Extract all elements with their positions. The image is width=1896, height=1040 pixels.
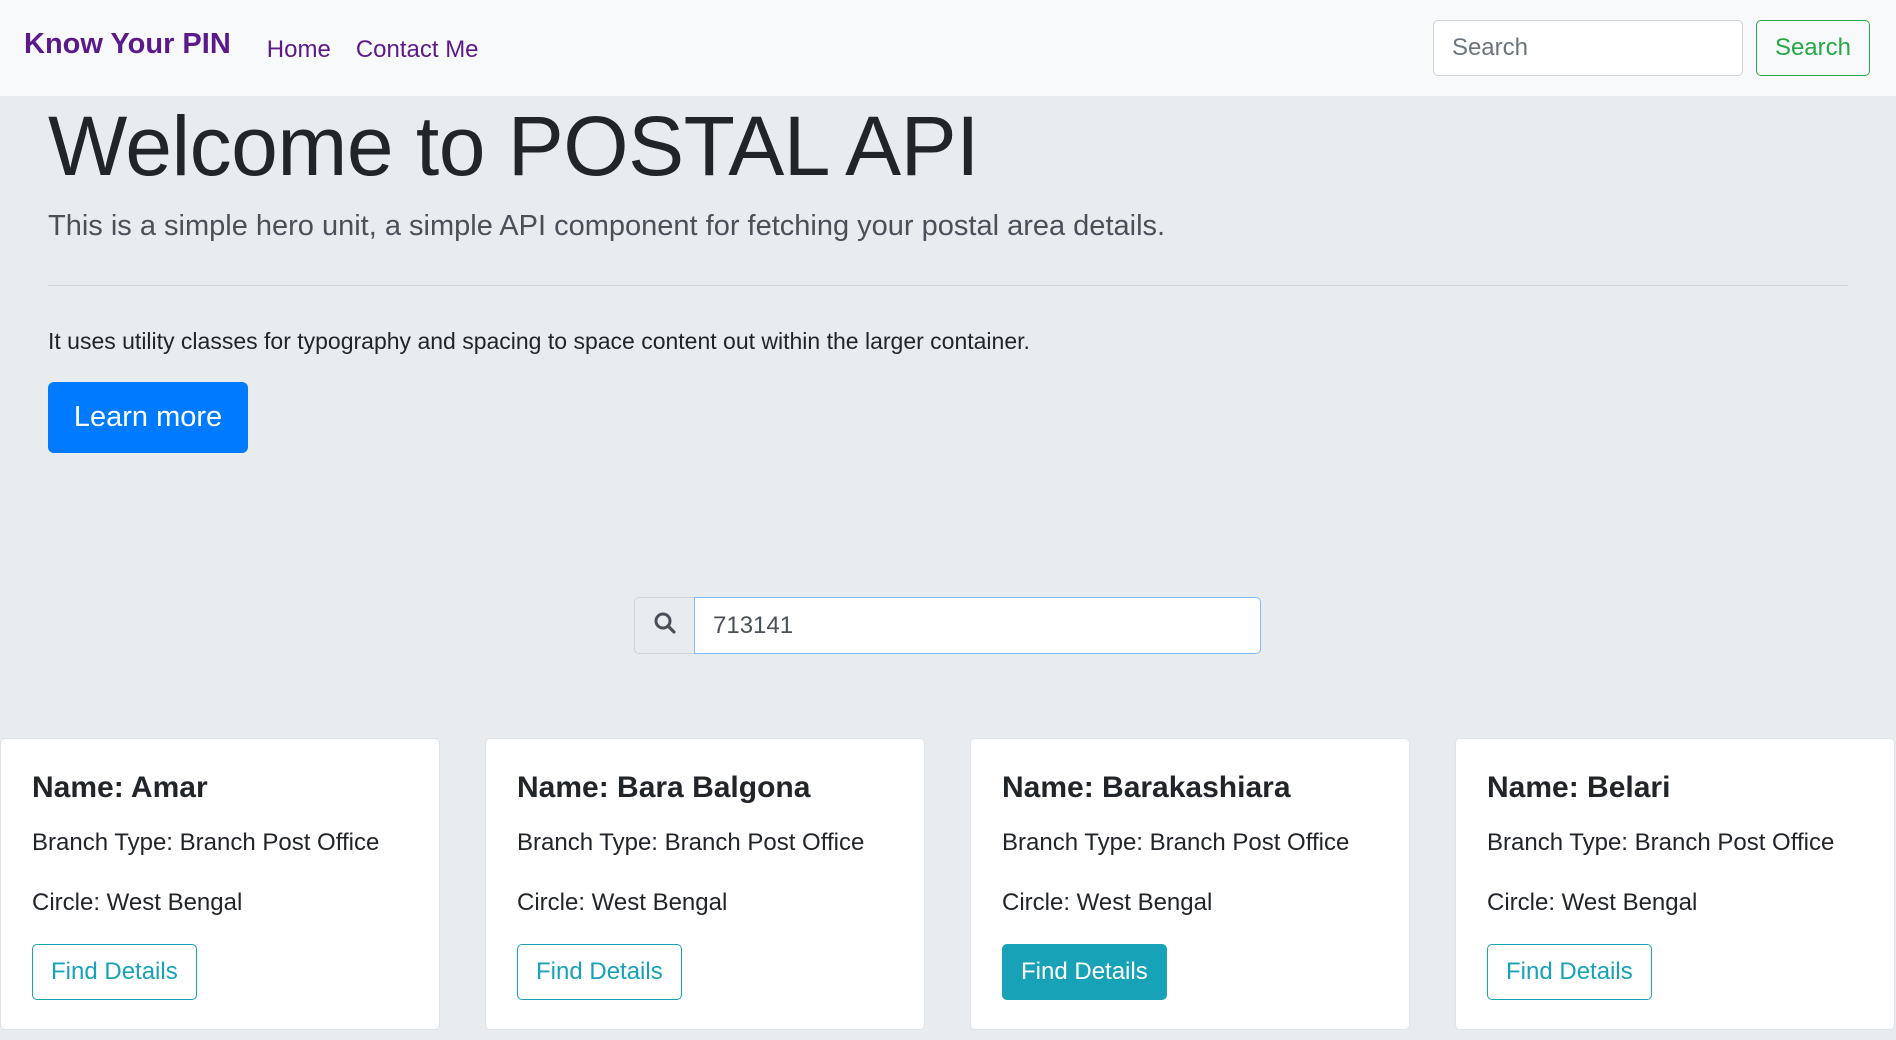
- results-cards: Name: Amar Branch Type: Branch Post Offi…: [0, 738, 1896, 1040]
- card-branch-type: Branch Type: Branch Post Office: [1002, 829, 1350, 856]
- nav-link-home[interactable]: Home: [267, 36, 331, 64]
- hero-text: It uses utility classes for typography a…: [48, 328, 1030, 354]
- post-office-card: Name: Amar Branch Type: Branch Post Offi…: [0, 738, 440, 1030]
- find-details-button[interactable]: Find Details: [517, 944, 682, 1000]
- search-icon: [653, 611, 677, 640]
- post-office-card: Name: Bara Balgona Branch Type: Branch P…: [485, 738, 925, 1030]
- pin-code-input[interactable]: [694, 597, 1261, 654]
- card-title: Name: Barakashiara: [1002, 771, 1291, 804]
- card-circle: Circle: West Bengal: [32, 889, 243, 916]
- hero-title: Welcome to POSTAL API: [48, 99, 979, 193]
- pin-search-group: [634, 597, 1261, 654]
- card-title: Name: Amar: [32, 771, 208, 804]
- hero-divider: [48, 285, 1848, 286]
- card-circle: Circle: West Bengal: [517, 889, 728, 916]
- nav-link-contact[interactable]: Contact Me: [356, 36, 479, 64]
- learn-more-button[interactable]: Learn more: [48, 382, 248, 453]
- pin-search-addon: [634, 597, 694, 654]
- card-title: Name: Belari: [1487, 771, 1671, 804]
- brand-link[interactable]: Know Your PIN: [24, 28, 231, 61]
- card-circle: Circle: West Bengal: [1002, 889, 1213, 916]
- navbar: Know Your PIN Home Contact Me Search: [0, 0, 1896, 96]
- card-title: Name: Bara Balgona: [517, 771, 811, 804]
- card-circle: Circle: West Bengal: [1487, 889, 1698, 916]
- hero-lead: This is a simple hero unit, a simple API…: [48, 210, 1166, 242]
- navbar-search-button[interactable]: Search: [1755, 20, 1870, 76]
- navbar-search-form: Search: [1432, 20, 1870, 76]
- find-details-button[interactable]: Find Details: [1487, 944, 1652, 1000]
- card-branch-type: Branch Type: Branch Post Office: [517, 829, 865, 856]
- post-office-card: Name: Belari Branch Type: Branch Post Of…: [1455, 738, 1895, 1030]
- navbar-search-input[interactable]: [1432, 20, 1743, 76]
- card-branch-type: Branch Type: Branch Post Office: [32, 829, 380, 856]
- find-details-button[interactable]: Find Details: [32, 944, 197, 1000]
- post-office-card: Name: Barakashiara Branch Type: Branch P…: [970, 738, 1410, 1030]
- find-details-button[interactable]: Find Details: [1002, 944, 1167, 1000]
- card-branch-type: Branch Type: Branch Post Office: [1487, 829, 1835, 856]
